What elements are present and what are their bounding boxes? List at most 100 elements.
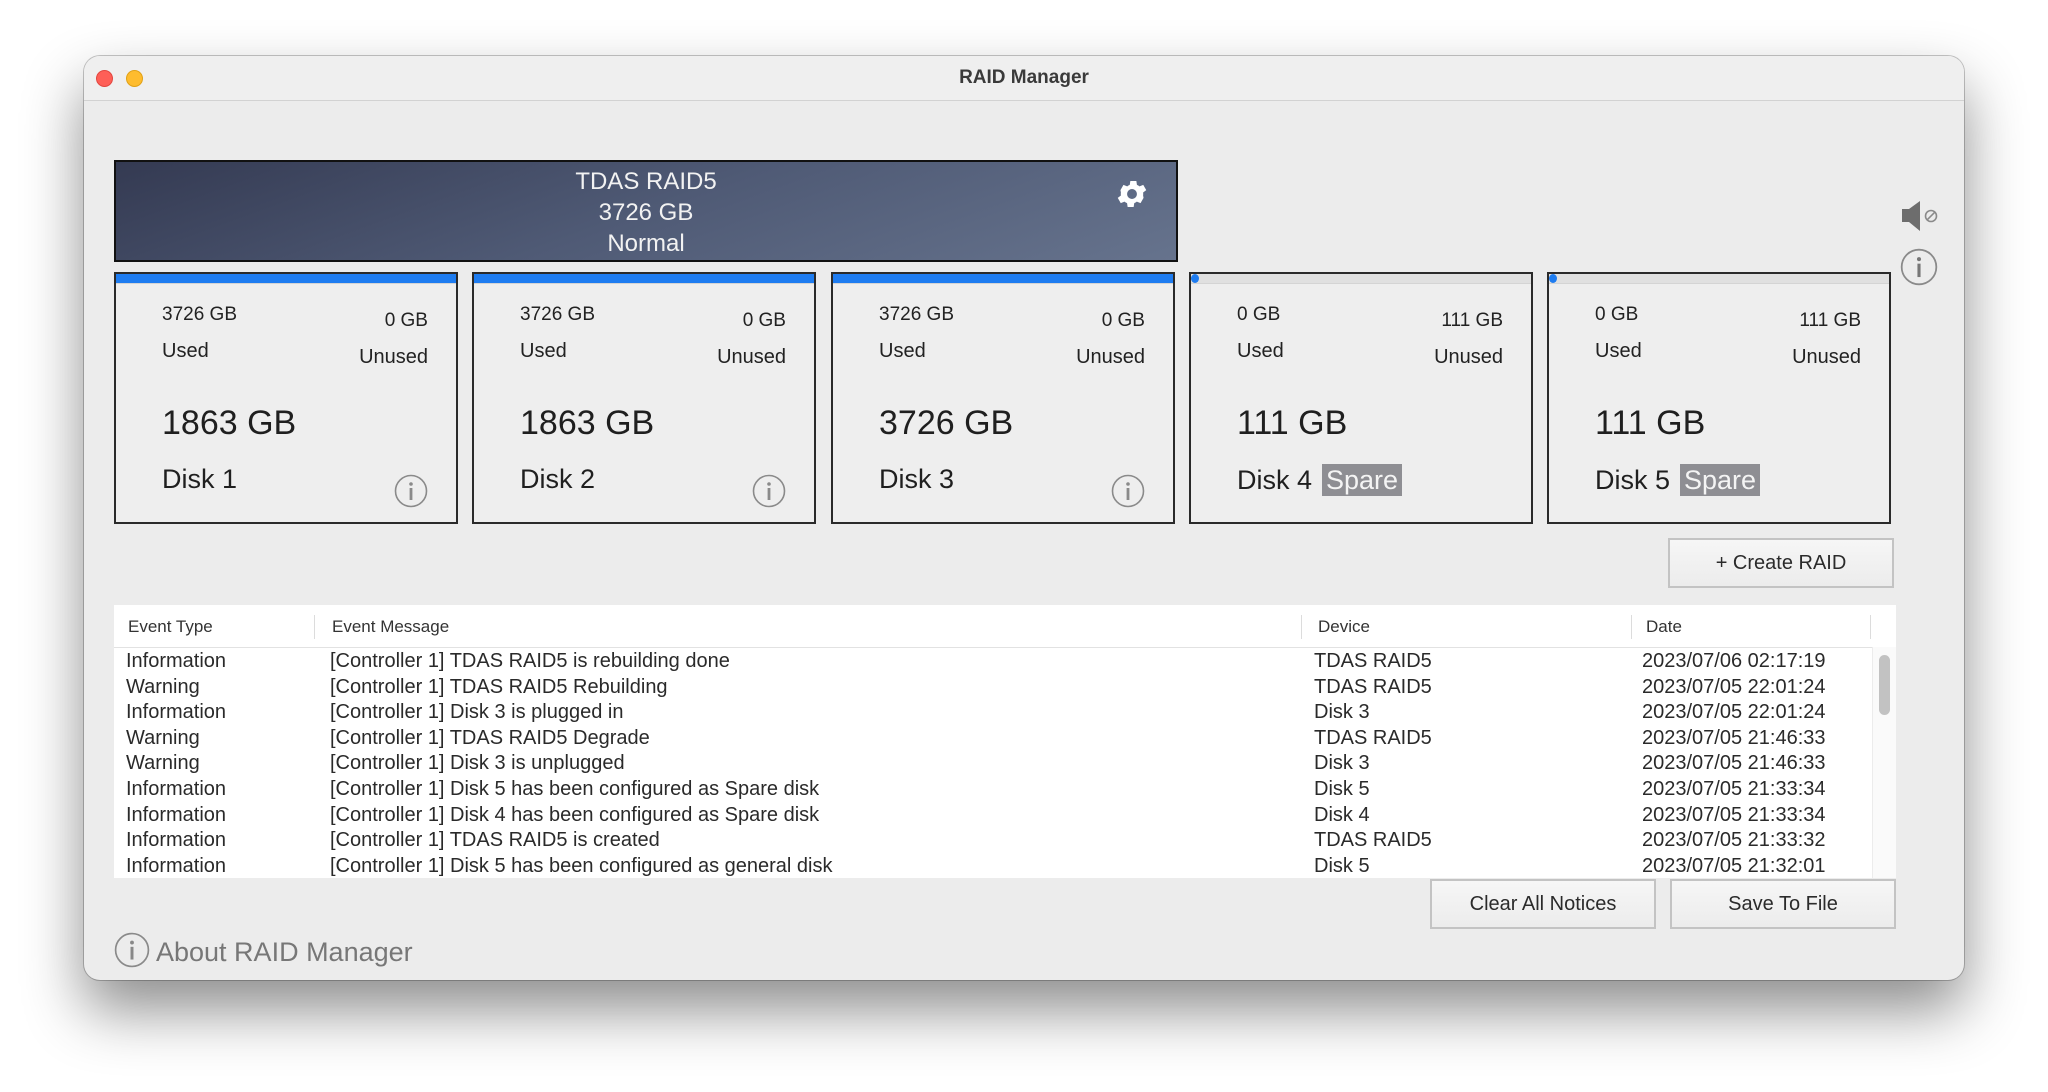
info-icon[interactable] (394, 474, 428, 508)
event-date: 2023/07/05 22:01:24 (1642, 701, 1826, 724)
raid-volume-panel[interactable]: TDAS RAID5 3726 GB Normal (114, 160, 1178, 262)
table-row[interactable]: Information [Controller 1] Disk 5 has be… (114, 777, 1872, 803)
event-device: TDAS RAID5 (1314, 829, 1432, 852)
disk-card[interactable]: 3726 GB Used 0 GB Unused 1863 GB Disk 1 (114, 272, 458, 524)
gear-icon[interactable] (1114, 176, 1150, 212)
table-row[interactable]: Information [Controller 1] Disk 4 has be… (114, 803, 1872, 829)
usage-bar (833, 274, 1173, 284)
raid-status: Normal (607, 230, 685, 257)
unused-label: Unused (1076, 346, 1145, 368)
raid-manager-window: RAID Manager TDAS RAID5 3726 GB Normal 3… (84, 56, 1964, 980)
table-row[interactable]: Warning [Controller 1] TDAS RAID5 Degrad… (114, 726, 1872, 752)
event-message: [Controller 1] Disk 4 has been configure… (330, 803, 820, 826)
disk-card[interactable]: 3726 GB Used 0 GB Unused 1863 GB Disk 2 (472, 272, 816, 524)
event-device: Disk 3 (1314, 701, 1370, 724)
event-message: [Controller 1] Disk 5 has been configure… (330, 854, 833, 877)
unused-value: 0 GB (1101, 310, 1145, 331)
used-label: Used (1595, 340, 1642, 362)
event-device: Disk 5 (1314, 777, 1370, 800)
event-message: [Controller 1] TDAS RAID5 is rebuilding … (330, 650, 730, 672)
used-label: Used (520, 340, 567, 362)
disk-name: Disk 5 (1595, 464, 1671, 495)
event-date: 2023/07/05 21:46:33 (1642, 726, 1826, 749)
event-type: Information (126, 829, 227, 852)
disk-name-row: Disk 3 (879, 464, 954, 495)
info-icon[interactable] (752, 474, 786, 508)
event-device: Disk 3 (1314, 752, 1370, 775)
table-row[interactable]: Warning [Controller 1] TDAS RAID5 Rebuil… (114, 675, 1872, 701)
table-row[interactable]: Information [Controller 1] Disk 5 has be… (114, 854, 1872, 878)
event-type: Warning (126, 675, 200, 698)
speaker-muted-icon[interactable] (1900, 198, 1940, 239)
used-value: 3726 GB (162, 304, 237, 325)
table-row[interactable]: Information [Controller 1] TDAS RAID5 is… (114, 828, 1872, 854)
used-label: Used (879, 340, 926, 362)
table-header: Event Type Event Message Device Date (114, 605, 1872, 648)
event-date: 2023/07/05 21:33:34 (1642, 777, 1826, 800)
event-date: 2023/07/05 21:33:32 (1642, 829, 1826, 852)
raid-capacity: 3726 GB (598, 199, 694, 226)
used-value: 0 GB (1595, 304, 1639, 325)
event-type: Information (126, 854, 227, 877)
column-divider (1870, 615, 1871, 639)
disk-name: Disk 3 (879, 464, 955, 494)
event-date: 2023/07/05 22:01:24 (1642, 675, 1826, 698)
usage-bar-fill (833, 274, 1173, 283)
disk-card[interactable]: 3726 GB Used 0 GB Unused 3726 GB Disk 3 (831, 272, 1175, 524)
event-type: Warning (126, 752, 200, 775)
unused-label: Unused (1434, 346, 1503, 368)
event-date: 2023/07/05 21:33:34 (1642, 803, 1826, 826)
unused-label: Unused (359, 346, 428, 368)
event-message: [Controller 1] TDAS RAID5 is created (330, 829, 660, 852)
event-type: Information (126, 777, 227, 800)
disk-size: 3726 GB (879, 404, 1014, 442)
unused-value: 111 GB (1441, 310, 1503, 331)
disk-card[interactable]: 0 GB Used 111 GB Unused 111 GB Disk 5 Sp… (1547, 272, 1891, 524)
unused-value: 111 GB (1799, 310, 1861, 331)
used-value: 0 GB (1237, 304, 1281, 325)
table-row[interactable]: Information [Controller 1] Disk 3 is plu… (114, 700, 1872, 726)
vertical-scrollbar[interactable] (1872, 647, 1896, 878)
event-message: [Controller 1] Disk 3 is unplugged (330, 752, 625, 775)
usage-bar-fill (116, 274, 456, 283)
create-raid-button[interactable]: + Create RAID (1668, 538, 1894, 588)
scrollbar-thumb[interactable] (1879, 655, 1890, 715)
table-row[interactable]: Information [Controller 1] TDAS RAID5 is… (114, 649, 1872, 675)
disk-name-row: Disk 1 (162, 464, 237, 495)
window-title: RAID Manager (959, 67, 1089, 88)
usage-bar (1549, 274, 1889, 284)
disk-card[interactable]: 0 GB Used 111 GB Unused 111 GB Disk 4 Sp… (1189, 272, 1533, 524)
event-device: Disk 5 (1314, 854, 1370, 877)
disk-name-row: Disk 5 Spare (1595, 464, 1761, 496)
unused-label: Unused (1792, 346, 1861, 368)
clear-all-notices-button[interactable]: Clear All Notices (1430, 879, 1656, 929)
column-header-event-type[interactable]: Event Type (114, 605, 314, 647)
column-header-device[interactable]: Device (1304, 605, 1634, 647)
disk-size: 111 GB (1237, 404, 1348, 442)
table-row[interactable]: Warning [Controller 1] Disk 3 is unplugg… (114, 751, 1872, 777)
info-icon[interactable] (1900, 248, 1938, 291)
disk-name: Disk 2 (520, 464, 596, 494)
about-label: About RAID Manager (156, 937, 413, 967)
event-message: [Controller 1] Disk 3 is plugged in (330, 701, 624, 724)
events-table: Event Type Event Message Device Date Inf… (114, 605, 1896, 878)
event-date: 2023/07/05 21:46:33 (1642, 752, 1826, 775)
about-raid-manager-link[interactable]: About RAID Manager (114, 932, 413, 973)
used-label: Used (1237, 340, 1284, 362)
event-type: Information (126, 650, 227, 672)
column-divider[interactable] (1301, 615, 1302, 639)
event-type: Information (126, 803, 227, 826)
table-body: Information [Controller 1] TDAS RAID5 is… (114, 649, 1872, 878)
event-device: TDAS RAID5 (1314, 650, 1432, 672)
unused-value: 0 GB (384, 310, 428, 331)
event-message: [Controller 1] TDAS RAID5 Degrade (330, 726, 650, 749)
info-icon[interactable] (1111, 474, 1145, 508)
column-header-event-message[interactable]: Event Message (318, 605, 1318, 647)
save-to-file-button[interactable]: Save To File (1670, 879, 1896, 929)
spare-badge: Spare (1322, 464, 1403, 496)
unused-label: Unused (717, 346, 786, 368)
disk-name: Disk 4 (1237, 464, 1313, 495)
column-divider[interactable] (314, 615, 315, 639)
column-header-date[interactable]: Date (1632, 605, 1862, 647)
disk-size: 111 GB (1595, 404, 1706, 442)
